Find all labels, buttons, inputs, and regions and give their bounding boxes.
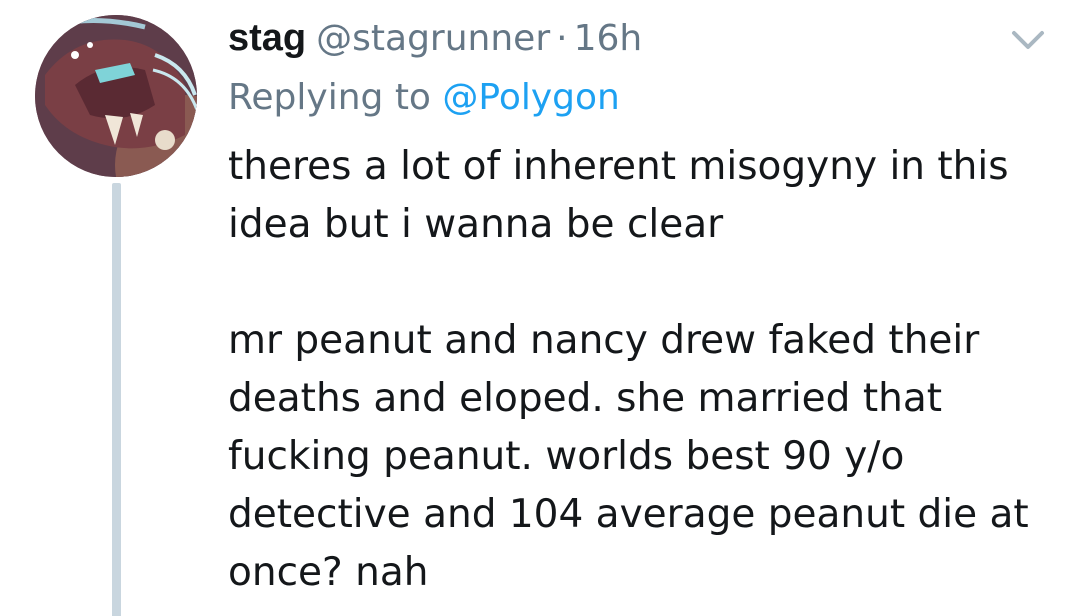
display-name[interactable]: stag bbox=[228, 17, 306, 59]
tweet-paragraph: mr peanut and nancy drew faked their dea… bbox=[228, 318, 1029, 595]
tweet-body: theres a lot of inherent misogyny in thi… bbox=[228, 138, 1048, 602]
chevron-down-icon[interactable] bbox=[1010, 28, 1046, 52]
tweet-header: stag @stagrunner · 16h bbox=[228, 12, 642, 64]
separator-dot: · bbox=[556, 18, 568, 59]
user-handle[interactable]: @stagrunner bbox=[316, 18, 550, 59]
thread-line bbox=[112, 183, 121, 616]
timestamp[interactable]: 16h bbox=[574, 18, 643, 59]
replying-to: Replying to @Polygon bbox=[228, 72, 620, 124]
avatar[interactable] bbox=[35, 15, 197, 177]
replying-to-label: Replying to bbox=[228, 77, 431, 118]
tweet-card[interactable]: stag @stagrunner · 16h Replying to @Polygon… bbox=[0, 0, 1080, 616]
replying-to-link[interactable]: @Polygon bbox=[442, 77, 619, 118]
tweet-paragraph: theres a lot of inherent misogyny in thi… bbox=[228, 144, 1009, 247]
